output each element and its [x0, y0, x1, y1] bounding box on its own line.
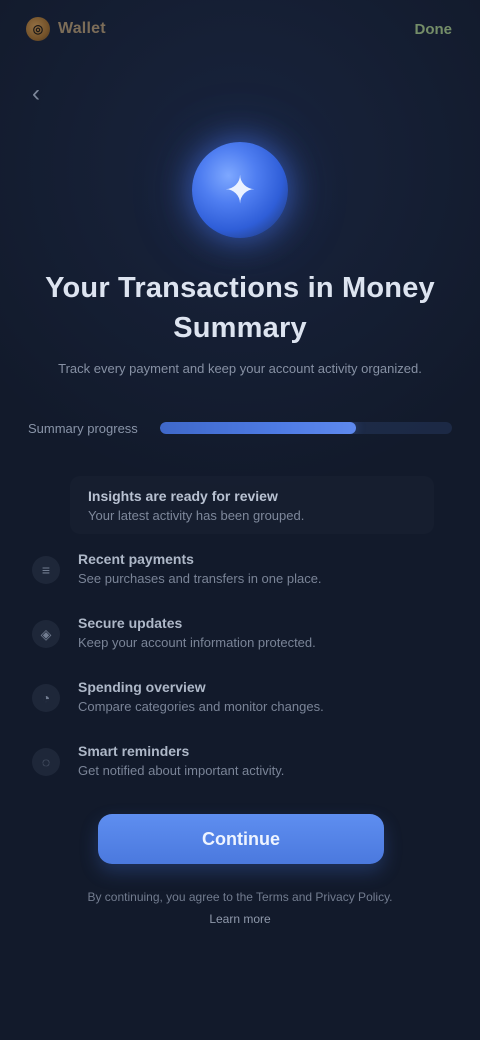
brand-area: ◎ Wallet	[26, 12, 144, 46]
chart-icon: ◔	[32, 684, 60, 712]
feature-title: Recent payments	[78, 551, 194, 567]
highlight-text: Your latest activity has been grouped.	[88, 508, 305, 523]
feature-panel: Insights are ready for review Your lates…	[22, 470, 458, 788]
bell-icon: ◌	[32, 748, 60, 776]
hero-orb: ✦	[192, 142, 288, 238]
done-button[interactable]: Done	[415, 19, 453, 41]
feature-text: Get notified about important activity.	[78, 763, 285, 778]
onboarding-screen: ◎ Wallet Done ‹ ✦ Your Transactions in M…	[0, 0, 480, 1040]
wallet-icon: ◎	[26, 17, 50, 41]
brand-name: Wallet	[58, 20, 106, 37]
feature-item-secure-updates: ◈ Secure updates Keep your account infor…	[22, 610, 458, 662]
continue-button[interactable]: Continue	[98, 814, 384, 864]
page-subtitle: Track every payment and keep your accoun…	[58, 361, 422, 376]
back-button[interactable]: ‹	[20, 78, 52, 110]
top-bar: ◎ Wallet Done	[0, 0, 480, 58]
shield-icon: ◈	[32, 620, 60, 648]
footer-note: By continuing, you agree to the Terms an…	[87, 890, 393, 904]
feature-text: See purchases and transfers in one place…	[78, 571, 322, 586]
feature-text: Compare categories and monitor changes.	[78, 699, 324, 714]
progress-track	[160, 422, 452, 434]
progress-fill	[160, 422, 356, 434]
list-icon: ≡	[32, 556, 60, 584]
feature-item-smart-reminders: ◌ Smart reminders Get notified about imp…	[22, 738, 458, 790]
progress-row: Summary progress	[28, 414, 452, 442]
learn-more-link[interactable]: Learn more	[180, 910, 300, 928]
feature-title: Smart reminders	[78, 743, 190, 759]
progress-label: Summary progress	[28, 420, 138, 436]
highlight-title: Insights are ready for review	[88, 488, 278, 504]
highlight-card: Insights are ready for review Your lates…	[70, 476, 434, 534]
feature-item-recent-payments: ≡ Recent payments See purchases and tran…	[22, 546, 458, 598]
feature-item-spending-overview: ◔ Spending overview Compare categories a…	[22, 674, 458, 726]
page-title: Your Transactions in Money Summary	[45, 272, 435, 344]
feature-title: Secure updates	[78, 615, 183, 631]
sparkle-icon: ✦	[224, 169, 256, 212]
chevron-left-icon: ‹	[32, 80, 40, 107]
feature-text: Keep your account information protected.	[78, 635, 316, 650]
feature-title: Spending overview	[78, 679, 206, 695]
